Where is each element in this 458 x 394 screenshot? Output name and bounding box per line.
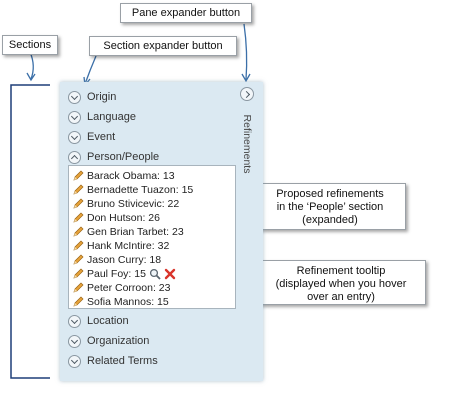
chevron-down-icon[interactable] xyxy=(68,90,81,104)
proposed-refinements-callout: Proposed refinements in the ‘People’ sec… xyxy=(254,183,406,230)
list-item[interactable]: Barack Obama: 13 xyxy=(73,169,175,182)
pane-expander-callout-text: Pane expander button xyxy=(131,7,241,19)
chevron-down-icon[interactable] xyxy=(68,314,81,328)
section-language[interactable]: Language xyxy=(68,108,136,126)
chevron-down-icon[interactable] xyxy=(68,334,81,348)
section-person-people[interactable]: Person/People xyxy=(68,148,159,166)
search-icon[interactable] xyxy=(149,268,161,280)
section-label: Origin xyxy=(87,91,117,103)
pencil-icon xyxy=(73,254,84,265)
chevron-up-icon[interactable] xyxy=(68,150,81,164)
entry-label: Jason Curry: 18 xyxy=(87,253,162,266)
pencil-icon xyxy=(73,226,84,237)
section-label: Location xyxy=(87,315,129,327)
section-label: Person/People xyxy=(87,151,160,163)
list-item[interactable]: Bruno Stivicevic: 22 xyxy=(73,197,179,210)
section-expander-arrow xyxy=(84,55,97,85)
refinement-tooltip-callout: Refinement tooltip (displayed when you h… xyxy=(256,260,426,305)
section-origin[interactable]: Origin xyxy=(68,88,116,106)
proposed-line-1: Proposed refinements xyxy=(276,188,384,200)
pencil-icon xyxy=(73,170,84,181)
list-item[interactable]: Bernadette Tuazon: 15 xyxy=(73,183,193,196)
people-refinement-list: Barack Obama: 13 Bernadette Tuazon: 15 B… xyxy=(68,165,236,309)
sections-arrow-head xyxy=(26,72,36,82)
pane-title: Refinements xyxy=(241,114,253,174)
pane-expander-arrow xyxy=(243,23,248,81)
pencil-icon xyxy=(73,184,84,195)
section-label: Organization xyxy=(87,335,150,347)
section-expander-callout-text: Section expander button xyxy=(103,40,223,52)
section-related-terms[interactable]: Related Terms xyxy=(68,352,158,370)
pencil-icon xyxy=(73,296,84,307)
sections-arrow xyxy=(29,51,34,80)
tooltip-line-1: Refinement tooltip xyxy=(296,265,386,277)
chevron-down-icon[interactable] xyxy=(68,354,81,368)
entry-label: Gen Brian Tarbet: 23 xyxy=(87,225,184,238)
entry-label: Paul Foy: 15 xyxy=(87,267,146,280)
sections-callout-text: Sections xyxy=(8,39,52,51)
entry-label: Sofia Mannos: 15 xyxy=(87,295,169,308)
list-item-hovered[interactable]: Paul Foy: 15 xyxy=(73,267,176,280)
pane-expander-callout: Pane expander button xyxy=(120,3,252,23)
section-organization[interactable]: Organization xyxy=(68,332,149,350)
entry-label: Bruno Stivicevic: 22 xyxy=(87,197,180,210)
entry-label: Don Hutson: 26 xyxy=(87,211,160,224)
list-item[interactable]: Don Hutson: 26 xyxy=(73,211,160,224)
tooltip-line-2: (displayed when you hover xyxy=(275,278,407,290)
pencil-icon xyxy=(73,212,84,223)
section-location[interactable]: Location xyxy=(68,312,129,330)
tooltip-line-3: over an entry) xyxy=(307,291,375,303)
entry-label: Hank McIntire: 32 xyxy=(87,239,170,252)
pencil-icon xyxy=(73,268,84,279)
pencil-icon xyxy=(73,198,84,209)
section-label: Language xyxy=(87,111,136,123)
proposed-line-2: in the ‘People’ section xyxy=(276,201,384,213)
chevron-down-icon[interactable] xyxy=(68,110,81,124)
pane-expander-button[interactable] xyxy=(240,87,254,101)
list-item[interactable]: Hank McIntire: 32 xyxy=(73,239,169,252)
pencil-icon xyxy=(73,240,84,251)
chevron-down-icon[interactable] xyxy=(68,130,81,144)
sections-callout: Sections xyxy=(2,35,58,55)
bracket-line xyxy=(10,84,50,379)
proposed-line-3: (expanded) xyxy=(302,214,358,226)
list-item[interactable]: Sofia Mannos: 15 xyxy=(73,295,169,308)
entry-label: Bernadette Tuazon: 15 xyxy=(87,183,194,196)
list-item[interactable]: Gen Brian Tarbet: 23 xyxy=(73,225,184,238)
refinements-pane: Origin Language Event Person/People Bara… xyxy=(60,82,263,381)
section-label: Event xyxy=(87,131,116,143)
section-label: Related Terms xyxy=(87,355,158,367)
section-event[interactable]: Event xyxy=(68,128,115,146)
list-item[interactable]: Jason Curry: 18 xyxy=(73,253,161,266)
section-expander-callout: Section expander button xyxy=(89,36,237,56)
entry-label: Barack Obama: 13 xyxy=(87,169,175,182)
entry-label: Peter Corroon: 23 xyxy=(87,281,171,294)
list-item[interactable]: Peter Corroon: 23 xyxy=(73,281,170,294)
pencil-icon xyxy=(73,282,84,293)
remove-icon[interactable] xyxy=(164,268,176,280)
